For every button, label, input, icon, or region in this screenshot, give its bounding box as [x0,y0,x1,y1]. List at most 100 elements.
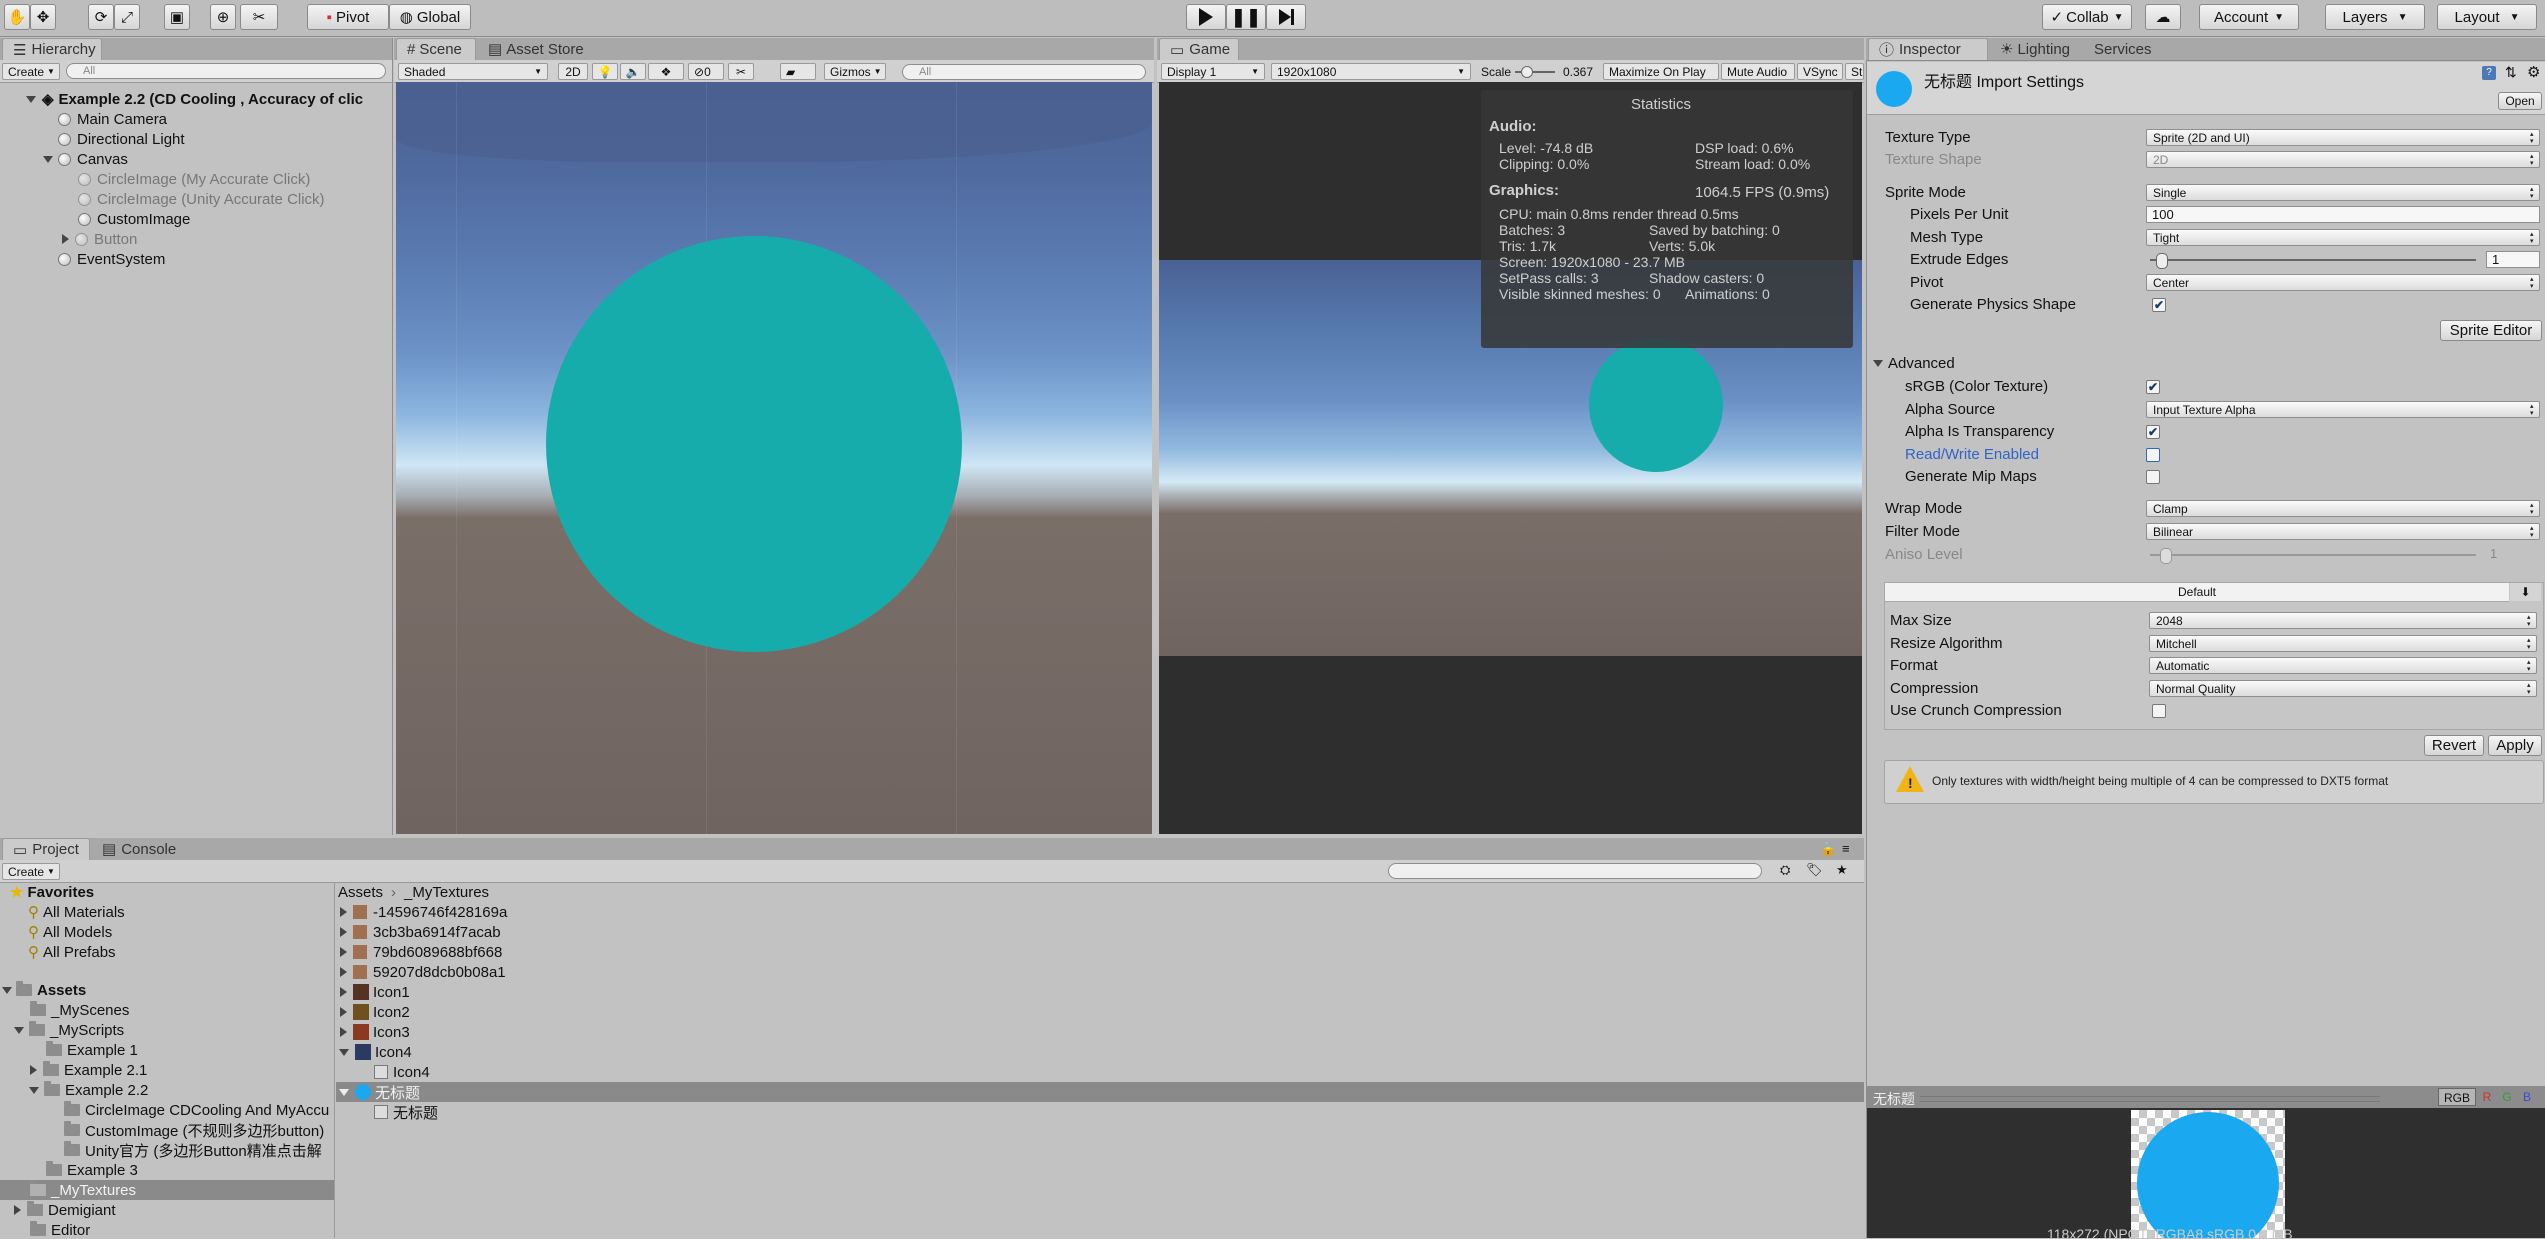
sprite-sub-item[interactable]: Icon4 [374,1062,430,1082]
open-button[interactable]: Open [2498,92,2542,110]
resolution-dropdown[interactable]: 1920x1080 ▼ [1271,63,1471,80]
effects-toggle[interactable]: ❖ [648,63,684,80]
favorite-star-icon[interactable]: ★ [1836,862,1848,878]
tab-asset-store[interactable]: ▤ Asset Store [478,38,598,60]
play-button[interactable] [1186,4,1226,30]
scale-tool-button[interactable]: ⤢ [114,4,140,30]
help-icon[interactable]: ? [2482,66,2496,80]
collab-button[interactable]: ✓ Collab ▼ [2042,4,2132,30]
cloud-button[interactable]: ☁ [2145,4,2181,30]
scale-slider-handle[interactable] [1521,66,1533,78]
favorite-all-models[interactable]: ⚲ All Models [28,922,112,942]
download-icon[interactable]: ⬇ [2510,583,2541,601]
channel-g-button[interactable]: G [2498,1088,2516,1106]
tab-hierarchy[interactable]: ☰ Hierarchy [2,38,102,60]
shading-mode-dropdown[interactable]: Shaded ▼ [398,63,548,80]
sprite-mode-dropdown[interactable]: Single [2146,184,2540,201]
layers-button[interactable]: Layers ▼ [2325,4,2425,30]
format-dropdown[interactable]: Automatic [2149,657,2537,674]
scene-search-input[interactable]: All [902,64,1146,80]
tab-lighting[interactable]: ☀ Lighting [1990,38,2090,60]
audio-toggle[interactable]: 🔈 [620,63,646,80]
sprite-editor-button[interactable]: Sprite Editor [2440,320,2542,341]
tab-game[interactable]: ▭ Game [1159,38,1239,60]
texture-type-dropdown[interactable]: Sprite (2D and UI) [2146,129,2540,146]
folder-circleimage[interactable]: CircleImage CDCooling And MyAccu [64,1100,329,1120]
folder-mytextures[interactable]: _MyTextures [30,1180,136,1200]
srgb-checkbox[interactable]: ✔ [2146,380,2160,394]
file-item[interactable]: -14596746f428169a [340,902,507,922]
file-item[interactable]: 59207d8dcb0b08a1 [340,962,506,982]
tab-scene[interactable]: # Scene [396,38,476,60]
stats-toggle[interactable]: St [1845,63,1864,80]
hierarchy-create-button[interactable]: Create ▼ [2,63,60,80]
transform-tool-button[interactable]: ⊕ [210,4,236,30]
max-size-dropdown[interactable]: 2048 [2149,612,2537,629]
teal-circle-sprite[interactable] [546,236,962,652]
maximize-on-play-toggle[interactable]: Maximize On Play [1603,63,1719,80]
assets-root-row[interactable]: Assets [2,980,86,1000]
mute-audio-toggle[interactable]: Mute Audio [1721,63,1795,80]
display-dropdown[interactable]: Display 1 ▼ [1161,63,1265,80]
alpha-transparency-checkbox[interactable]: ✔ [2146,425,2160,439]
mesh-type-dropdown[interactable]: Tight [2146,229,2540,246]
preset-icon[interactable]: ⇅ [2505,64,2517,81]
compression-dropdown[interactable]: Normal Quality [2149,680,2537,697]
step-button[interactable] [1266,4,1306,30]
lock-icon[interactable]: 🔒 [1820,841,1836,857]
global-button[interactable]: ◍ Global [389,4,471,30]
hierarchy-item-button[interactable]: Button [62,229,137,249]
folder-example-3[interactable]: Example 3 [46,1160,138,1180]
pivot-dropdown[interactable]: Center [2146,274,2540,291]
folder-myscenes[interactable]: _MyScenes [30,1000,129,1020]
filter-label-icon[interactable]: 🏷 [1806,862,1823,878]
extrude-slider-handle[interactable] [2156,253,2168,269]
move-tool-button[interactable]: ✥ [30,4,56,30]
folder-myscripts[interactable]: _MyScripts [14,1020,124,1040]
hierarchy-item-customimage[interactable]: CustomImage [78,209,190,229]
hierarchy-item-circleimage-my[interactable]: CircleImage (My Accurate Click) [78,169,310,189]
hierarchy-item-circleimage-unity[interactable]: CircleImage (Unity Accurate Click) [78,189,325,209]
custom-tool-button[interactable]: ✂ [240,4,278,30]
wrap-mode-dropdown[interactable]: Clamp [2146,500,2540,517]
folder-editor[interactable]: Editor [30,1220,90,1238]
advanced-foldout[interactable]: Advanced [1873,353,1955,373]
project-search-input[interactable] [1388,863,1762,879]
favorites-row[interactable]: ★ Favorites [10,882,94,902]
hierarchy-item-canvas[interactable]: Canvas [43,149,128,169]
hidden-objects-toggle[interactable]: ⊘ 0 [688,63,724,80]
folder-demigiant[interactable]: Demigiant [14,1200,116,1220]
preview-drag-handle[interactable] [1920,1096,2380,1102]
layout-button[interactable]: Layout ▼ [2437,4,2537,30]
teal-circle-game[interactable] [1589,338,1723,472]
channel-rgb-button[interactable]: RGB [2438,1088,2476,1106]
tab-services[interactable]: Services [2084,38,2174,60]
scene-viewport[interactable] [396,82,1152,834]
hierarchy-search-input[interactable]: All [66,63,386,79]
mipmaps-checkbox[interactable] [2146,470,2160,484]
file-item[interactable]: Icon4 [339,1042,412,1062]
extrude-input[interactable]: 1 [2486,251,2540,268]
resize-algorithm-dropdown[interactable]: Mitchell [2149,635,2537,652]
favorite-all-materials[interactable]: ⚲ All Materials [28,902,125,922]
2d-mode-toggle[interactable]: 2D [558,63,588,80]
game-viewport[interactable]: Statistics Audio: Level: -74.8 dB Clippi… [1159,82,1862,834]
gizmos-dropdown[interactable]: Gizmos ▼ [824,63,886,80]
hierarchy-item-main-camera[interactable]: Main Camera [58,109,167,129]
folder-example-1[interactable]: Example 1 [46,1040,138,1060]
alpha-source-dropdown[interactable]: Input Texture Alpha [2146,401,2540,418]
channel-r-button[interactable]: R [2478,1088,2496,1106]
file-item[interactable]: Icon3 [340,1022,410,1042]
folder-unity-official[interactable]: Unity官方 (多边形Button精准点击解 [64,1140,322,1160]
file-item[interactable]: Icon2 [340,1002,410,1022]
breadcrumb-mytextures[interactable]: _MyTextures [404,884,489,901]
tab-console[interactable]: ▤ Console [92,838,182,860]
sprite-sub-item[interactable]: 无标题 [374,1102,438,1122]
read-write-checkbox[interactable] [2146,448,2160,462]
extrude-slider[interactable] [2150,259,2476,261]
rotate-tool-button[interactable]: ⟳ [88,4,114,30]
scene-row[interactable]: ◈ Example 2.2 (CD Cooling , Accuracy of c… [26,89,363,109]
account-button[interactable]: Account ▼ [2199,4,2299,30]
file-item[interactable]: 79bd6089688bf668 [340,942,502,962]
folder-example-2-2[interactable]: Example 2.2 [29,1080,148,1100]
